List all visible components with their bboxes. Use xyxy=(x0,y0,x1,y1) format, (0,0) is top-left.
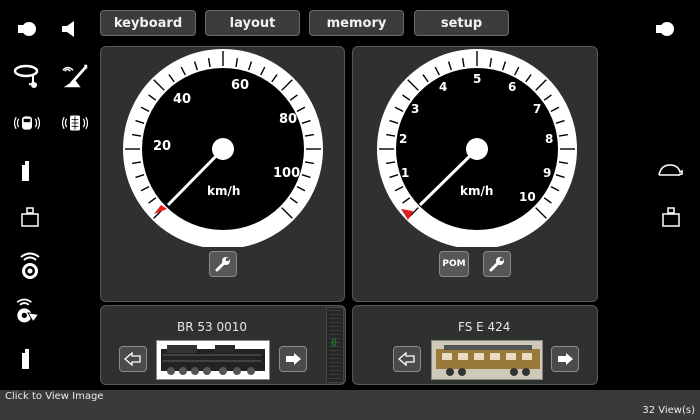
gauge-unit: km/h xyxy=(460,184,493,198)
arrow-right-icon xyxy=(286,353,301,365)
layout-button[interactable]: layout xyxy=(205,10,300,36)
gauge-step-3: 3 xyxy=(411,102,419,116)
gauge-step-6: 6 xyxy=(508,80,516,94)
next-loco-button[interactable] xyxy=(551,346,579,372)
next-loco-button[interactable] xyxy=(279,346,307,372)
gauge-step-1: 1 xyxy=(401,166,409,180)
left-throttle-panel: 20 40 60 80 100 km/h xyxy=(100,46,345,302)
gauge-unit: km/h xyxy=(207,184,240,198)
gauge-step-7: 7 xyxy=(533,102,541,116)
loco-name: BR 53 0010 xyxy=(177,320,248,334)
sound-icon[interactable] xyxy=(54,14,84,44)
light-icon[interactable] xyxy=(12,14,42,44)
arrow-right-icon xyxy=(558,353,573,365)
gauge-step-8: 8 xyxy=(545,132,553,146)
gauge-tick-60: 60 xyxy=(231,78,249,93)
arrow-left-icon xyxy=(398,352,415,366)
settings-wrench-button-right[interactable] xyxy=(483,251,511,277)
gauge-step-2: 2 xyxy=(399,132,407,146)
arrow-left-icon xyxy=(124,352,141,366)
pom-button[interactable]: POM xyxy=(439,251,469,277)
wireless-wheel-icon[interactable] xyxy=(15,250,45,280)
wireless-loco-icon[interactable] xyxy=(12,296,42,326)
crane-arm-icon[interactable] xyxy=(60,60,90,90)
gauge-tick-100: 100 xyxy=(273,166,300,181)
footer-bar: Click to View Image 32 View(s) xyxy=(0,390,700,420)
wrench-icon xyxy=(215,257,230,272)
weight-icon-right[interactable] xyxy=(656,202,686,232)
setup-button[interactable]: setup xyxy=(414,10,509,36)
right-speed-gauge[interactable]: 1 2 3 4 5 6 7 8 9 10 km/h xyxy=(353,47,599,247)
gauge-tick-80: 80 xyxy=(279,112,297,127)
loco-image[interactable] xyxy=(431,340,543,380)
wrench-icon xyxy=(489,257,504,272)
left-speed-gauge[interactable]: 20 40 60 80 100 km/h xyxy=(101,47,346,247)
keyboard-button[interactable]: keyboard xyxy=(100,10,196,36)
crane-hook-icon[interactable] xyxy=(12,60,42,90)
view-image-link[interactable]: Click to View Image xyxy=(5,391,103,402)
view-count: 32 View(s) xyxy=(642,405,695,416)
door-icon[interactable] xyxy=(10,156,40,186)
right-throttle-panel: 1 2 3 4 5 6 7 8 9 10 km/h POM xyxy=(352,46,598,302)
left-loco-counter: 0 xyxy=(331,338,338,349)
previous-loco-button[interactable] xyxy=(119,346,147,372)
pom-label: POM xyxy=(442,259,466,269)
radio-car-icon[interactable] xyxy=(60,108,90,138)
previous-loco-button[interactable] xyxy=(393,346,421,372)
gauge-tick-20: 20 xyxy=(153,139,171,154)
door-icon-2[interactable] xyxy=(10,344,40,374)
gauge-step-5: 5 xyxy=(473,72,481,86)
loco-name: FS E 424 xyxy=(458,320,511,334)
loco-image[interactable] xyxy=(156,340,270,380)
gauge-tick-40: 40 xyxy=(173,92,191,107)
radio-loco-icon[interactable] xyxy=(12,108,42,138)
left-loco-panel: BR 53 0010 xyxy=(100,305,346,385)
gauge-step-9: 9 xyxy=(543,166,551,180)
turtle-icon[interactable] xyxy=(655,156,685,186)
gauge-step-10: 10 xyxy=(519,190,536,204)
memory-button[interactable]: memory xyxy=(309,10,404,36)
gauge-step-4: 4 xyxy=(439,80,447,94)
right-loco-panel: FS E 424 xyxy=(352,305,598,385)
light-icon-right[interactable] xyxy=(650,14,680,44)
weight-icon[interactable] xyxy=(15,202,45,232)
settings-wrench-button-left[interactable] xyxy=(209,251,237,277)
